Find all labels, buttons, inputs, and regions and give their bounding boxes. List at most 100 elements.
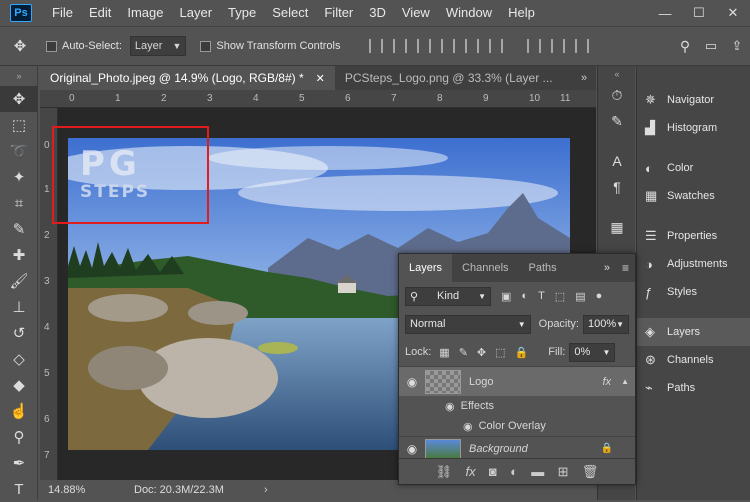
panel-navigator[interactable]: ✵ Navigator bbox=[637, 86, 750, 114]
close-window-button[interactable]: ✕ bbox=[716, 0, 750, 26]
share-icon[interactable]: ⇪ bbox=[724, 38, 750, 54]
filter-shape-icon[interactable]: ⬚ bbox=[555, 290, 565, 303]
distribute-middle-icon[interactable] bbox=[551, 39, 566, 53]
magic-wand-tool-icon[interactable]: ✦ bbox=[0, 164, 38, 190]
new-group-icon[interactable]: ▬ bbox=[531, 464, 544, 479]
panel-paths[interactable]: ⌁ Paths bbox=[637, 374, 750, 402]
history-panel-icon[interactable]: ⏱ bbox=[598, 82, 636, 108]
color-overlay-eye-icon[interactable]: ◉ bbox=[463, 420, 473, 433]
eyedropper-tool-icon[interactable]: ✎ bbox=[0, 216, 38, 242]
search-icon[interactable]: ⚲ bbox=[672, 38, 698, 55]
filter-adjustment-icon[interactable]: ◐ bbox=[521, 290, 528, 302]
layer-effects-row[interactable]: ◉ Effects bbox=[399, 396, 635, 416]
layer-row-logo[interactable]: ◉ Logo fx ▲ bbox=[399, 366, 635, 396]
auto-select-dropdown[interactable]: Layer ▼ bbox=[129, 36, 187, 56]
minimize-button[interactable]: — bbox=[648, 0, 682, 26]
menu-image[interactable]: Image bbox=[119, 0, 171, 26]
delete-layer-icon[interactable]: 🗑 bbox=[582, 464, 599, 480]
lock-position-icon[interactable]: ✥ bbox=[477, 346, 486, 359]
move-tool-preset-icon[interactable]: ✥ bbox=[0, 37, 40, 55]
tab-paths[interactable]: Paths bbox=[519, 254, 567, 282]
tab-channels[interactable]: Channels bbox=[452, 254, 518, 282]
expand-effects-icon[interactable]: ▲ bbox=[621, 377, 629, 386]
character-panel-icon[interactable]: A bbox=[598, 148, 636, 174]
align-bottom-icon[interactable] bbox=[417, 39, 432, 53]
distribute-bottom-icon[interactable] bbox=[575, 39, 590, 53]
lasso-tool-icon[interactable]: ➰ bbox=[0, 138, 38, 164]
align-top-icon[interactable] bbox=[369, 39, 384, 53]
lock-all-icon[interactable]: 🔒 bbox=[515, 346, 529, 359]
menu-select[interactable]: Select bbox=[264, 0, 316, 26]
marquee-tool-icon[interactable]: ⬚ bbox=[0, 112, 38, 138]
effects-eye-icon[interactable]: ◉ bbox=[445, 400, 455, 413]
link-layers-icon[interactable]: ⛓ bbox=[436, 464, 453, 480]
visibility-eye-icon[interactable]: ◉ bbox=[399, 442, 425, 456]
menu-view[interactable]: View bbox=[394, 0, 438, 26]
filter-smart-object-icon[interactable]: ▤ bbox=[575, 290, 585, 303]
close-tab-icon[interactable]: ✕ bbox=[316, 73, 325, 85]
lock-artboard-icon[interactable]: ⬚ bbox=[495, 346, 505, 359]
menu-3d[interactable]: 3D bbox=[361, 0, 394, 26]
align-middle-icon[interactable] bbox=[393, 39, 408, 53]
fill-field[interactable]: 0% ▼ bbox=[569, 342, 616, 362]
panel-swatches[interactable]: ▦ Swatches bbox=[637, 182, 750, 210]
tab-pcsteps-logo[interactable]: PCSteps_Logo.png @ 33.3% (Layer ... bbox=[335, 66, 563, 90]
expand-toolbar-icon[interactable]: » bbox=[0, 66, 38, 86]
menu-file[interactable]: File bbox=[44, 0, 81, 26]
lock-image-icon[interactable]: ✎ bbox=[459, 346, 468, 359]
paint-bucket-tool-icon[interactable]: ◆ bbox=[0, 372, 38, 398]
layer-row-background[interactable]: ◉ Background 🔒 bbox=[399, 436, 635, 460]
clone-stamp-tool-icon[interactable]: ⊥ bbox=[0, 294, 38, 320]
brush-settings-icon[interactable]: ✎ bbox=[598, 108, 636, 134]
tab-layers[interactable]: Layers bbox=[399, 254, 453, 282]
menu-edit[interactable]: Edit bbox=[81, 0, 119, 26]
panel-histogram[interactable]: ▟ Histogram bbox=[637, 114, 750, 142]
blend-mode-dropdown[interactable]: Normal ▼ bbox=[405, 314, 531, 334]
history-brush-tool-icon[interactable]: ↺ bbox=[0, 320, 38, 346]
crop-tool-icon[interactable]: ⌗ bbox=[0, 190, 38, 216]
menu-window[interactable]: Window bbox=[438, 0, 500, 26]
auto-select-checkbox[interactable] bbox=[46, 40, 57, 52]
menu-filter[interactable]: Filter bbox=[316, 0, 361, 26]
panel-adjustments[interactable]: ◑ Adjustments bbox=[637, 250, 750, 278]
filter-pixel-icon[interactable]: ▣ bbox=[501, 290, 511, 303]
panel-layers[interactable]: ◈ Layers bbox=[637, 318, 750, 346]
show-transform-checkbox[interactable] bbox=[200, 40, 212, 52]
add-layer-style-icon[interactable]: fx bbox=[465, 464, 475, 479]
status-menu-arrow-icon[interactable]: › bbox=[264, 484, 268, 496]
tabs-overflow-icon[interactable]: » bbox=[572, 66, 596, 90]
healing-brush-tool-icon[interactable]: ✚ bbox=[0, 242, 38, 268]
smudge-tool-icon[interactable]: ☝ bbox=[0, 398, 38, 424]
distribute-top-icon[interactable] bbox=[527, 39, 542, 53]
panel-properties[interactable]: ☰ Properties bbox=[637, 222, 750, 250]
layer-fx-badge[interactable]: fx bbox=[603, 376, 612, 388]
menu-help[interactable]: Help bbox=[500, 0, 543, 26]
zoom-level[interactable]: 14.88% bbox=[40, 484, 122, 496]
dodge-tool-icon[interactable]: ⚲ bbox=[0, 424, 38, 450]
pen-tool-icon[interactable]: ✒ bbox=[0, 450, 38, 476]
add-mask-icon[interactable]: ◙ bbox=[489, 464, 497, 479]
workspace-icon[interactable]: ▭ bbox=[698, 38, 724, 54]
visibility-eye-icon[interactable]: ◉ bbox=[399, 375, 425, 389]
tab-original-photo[interactable]: Original_Photo.jpeg @ 14.9% (Logo, RGB/8… bbox=[40, 66, 335, 90]
move-tool-icon[interactable]: ✥ bbox=[0, 86, 38, 112]
collapse-panel-icon[interactable]: » bbox=[598, 254, 616, 282]
align-right-icon[interactable] bbox=[489, 39, 504, 53]
align-center-icon[interactable] bbox=[465, 39, 480, 53]
new-layer-icon[interactable]: ⊞ bbox=[558, 464, 569, 480]
maximize-button[interactable]: ☐ bbox=[682, 0, 716, 26]
menu-layer[interactable]: Layer bbox=[172, 0, 221, 26]
filter-type-icon[interactable]: T bbox=[538, 290, 545, 302]
eraser-tool-icon[interactable]: ◇ bbox=[0, 346, 38, 372]
filter-kind-dropdown[interactable]: ⚲ Kind ▼ bbox=[405, 286, 491, 306]
paragraph-panel-icon[interactable]: ¶ bbox=[598, 174, 636, 200]
panel-menu-icon[interactable]: ≡ bbox=[616, 254, 635, 282]
collapse-strip-icon[interactable]: « bbox=[598, 66, 636, 82]
color-overlay-row[interactable]: ◉ Color Overlay bbox=[399, 416, 635, 436]
panel-color[interactable]: ◐ Color bbox=[637, 154, 750, 182]
panel-styles[interactable]: ƒ Styles bbox=[637, 278, 750, 306]
brush-tool-icon[interactable]: 🖌 bbox=[0, 268, 38, 294]
type-tool-icon[interactable]: T bbox=[0, 476, 38, 502]
panel-channels[interactable]: ⊛ Channels bbox=[637, 346, 750, 374]
new-adjustment-layer-icon[interactable]: ◐ bbox=[510, 464, 518, 479]
